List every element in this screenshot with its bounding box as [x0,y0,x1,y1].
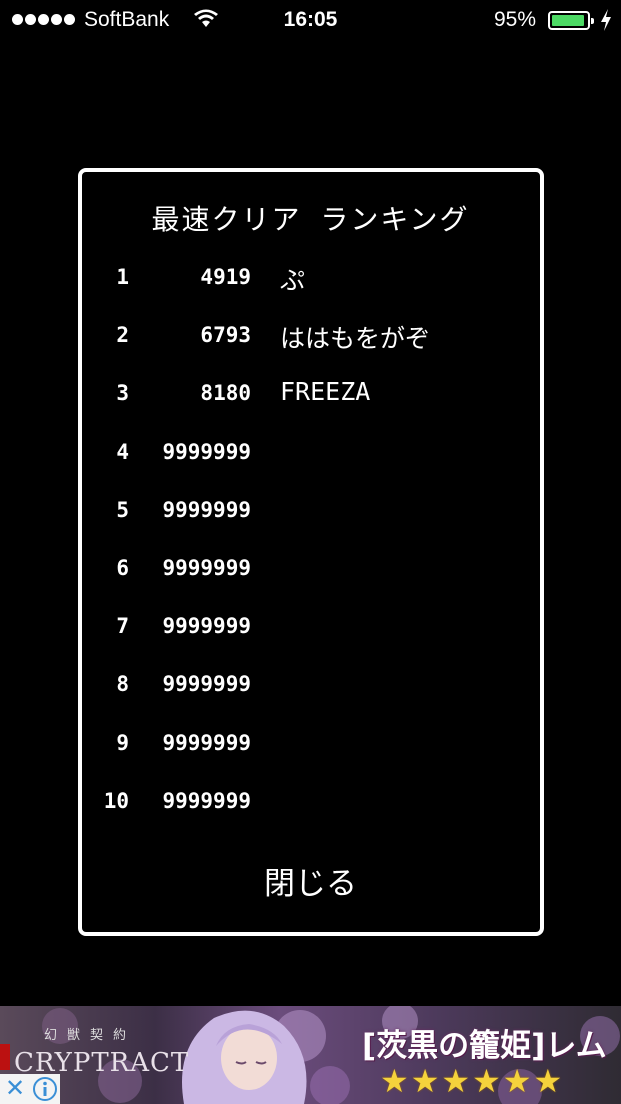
ranking-score: 9999999 [162,788,251,813]
ranking-position: 4 [116,439,129,464]
ad-logo-subtitle: 幻獣契約 [44,1028,137,1043]
ad-banner[interactable]: 幻獣契約 CRYPTRACT [茨黒の籠姫]レム ★★★★★★ [0,1006,621,1104]
ranking-score: 4919 [200,265,251,289]
ranking-score: 6793 [200,323,251,348]
ranking-row: 6 9999999 [0,548,621,588]
ranking-row: 9 9999999 [0,723,621,763]
ad-star-rating: ★★★★★★ [380,1062,565,1100]
ranking-position: 3 [116,381,129,406]
battery-percent: 95% [494,8,537,31]
dialog-title: 最速クリア ランキング [151,203,470,236]
ranking-position: 6 [116,556,129,580]
ad-headline: [茨黒の籠姫]レム [362,1028,607,1064]
ranking-position: 8 [116,672,129,697]
ranking-row: 3 8180 FREEZA [0,373,621,413]
ranking-row: 8 9999999 [0,664,621,704]
ranking-player-name: ぷ [280,266,306,295]
ranking-position: 2 [116,323,129,348]
ranking-position: 10 [103,788,129,813]
ranking-position: 5 [116,497,129,522]
ranking-row: 2 6793 ははもをがぞ [0,315,621,355]
battery-icon [548,11,594,30]
ranking-player-name: FREEZA [280,377,371,407]
close-button[interactable]: 閉じる [0,858,621,903]
ranking-score: 8180 [200,381,251,406]
ad-info-icon[interactable] [30,1074,60,1104]
ranking-score: 9999999 [162,556,251,580]
battery-fill [552,15,585,26]
ranking-row: 5 9999999 [0,490,621,530]
ranking-score: 9999999 [162,672,251,697]
ranking-score: 9999999 [162,614,251,639]
status-bar: SoftBank 16:05 95% [0,0,621,40]
charging-bolt-icon [601,9,611,31]
ad-marker-icon [0,1044,10,1070]
ranking-score: 9999999 [162,439,251,464]
ranking-player-name: ははもをがぞ [280,324,431,354]
ranking-position: 7 [116,614,129,639]
ranking-position: 1 [116,265,129,289]
ranking-score: 9999999 [162,730,251,755]
ranking-score: 9999999 [162,497,251,522]
ad-close-icon[interactable]: ✕ [0,1074,30,1104]
ranking-row: 1 4919 ぷ [0,257,621,297]
ranking-row: 7 9999999 [0,606,621,646]
ranking-position: 9 [116,730,129,755]
ranking-row: 10 9999999 [0,781,621,821]
ranking-row: 4 9999999 [0,432,621,472]
